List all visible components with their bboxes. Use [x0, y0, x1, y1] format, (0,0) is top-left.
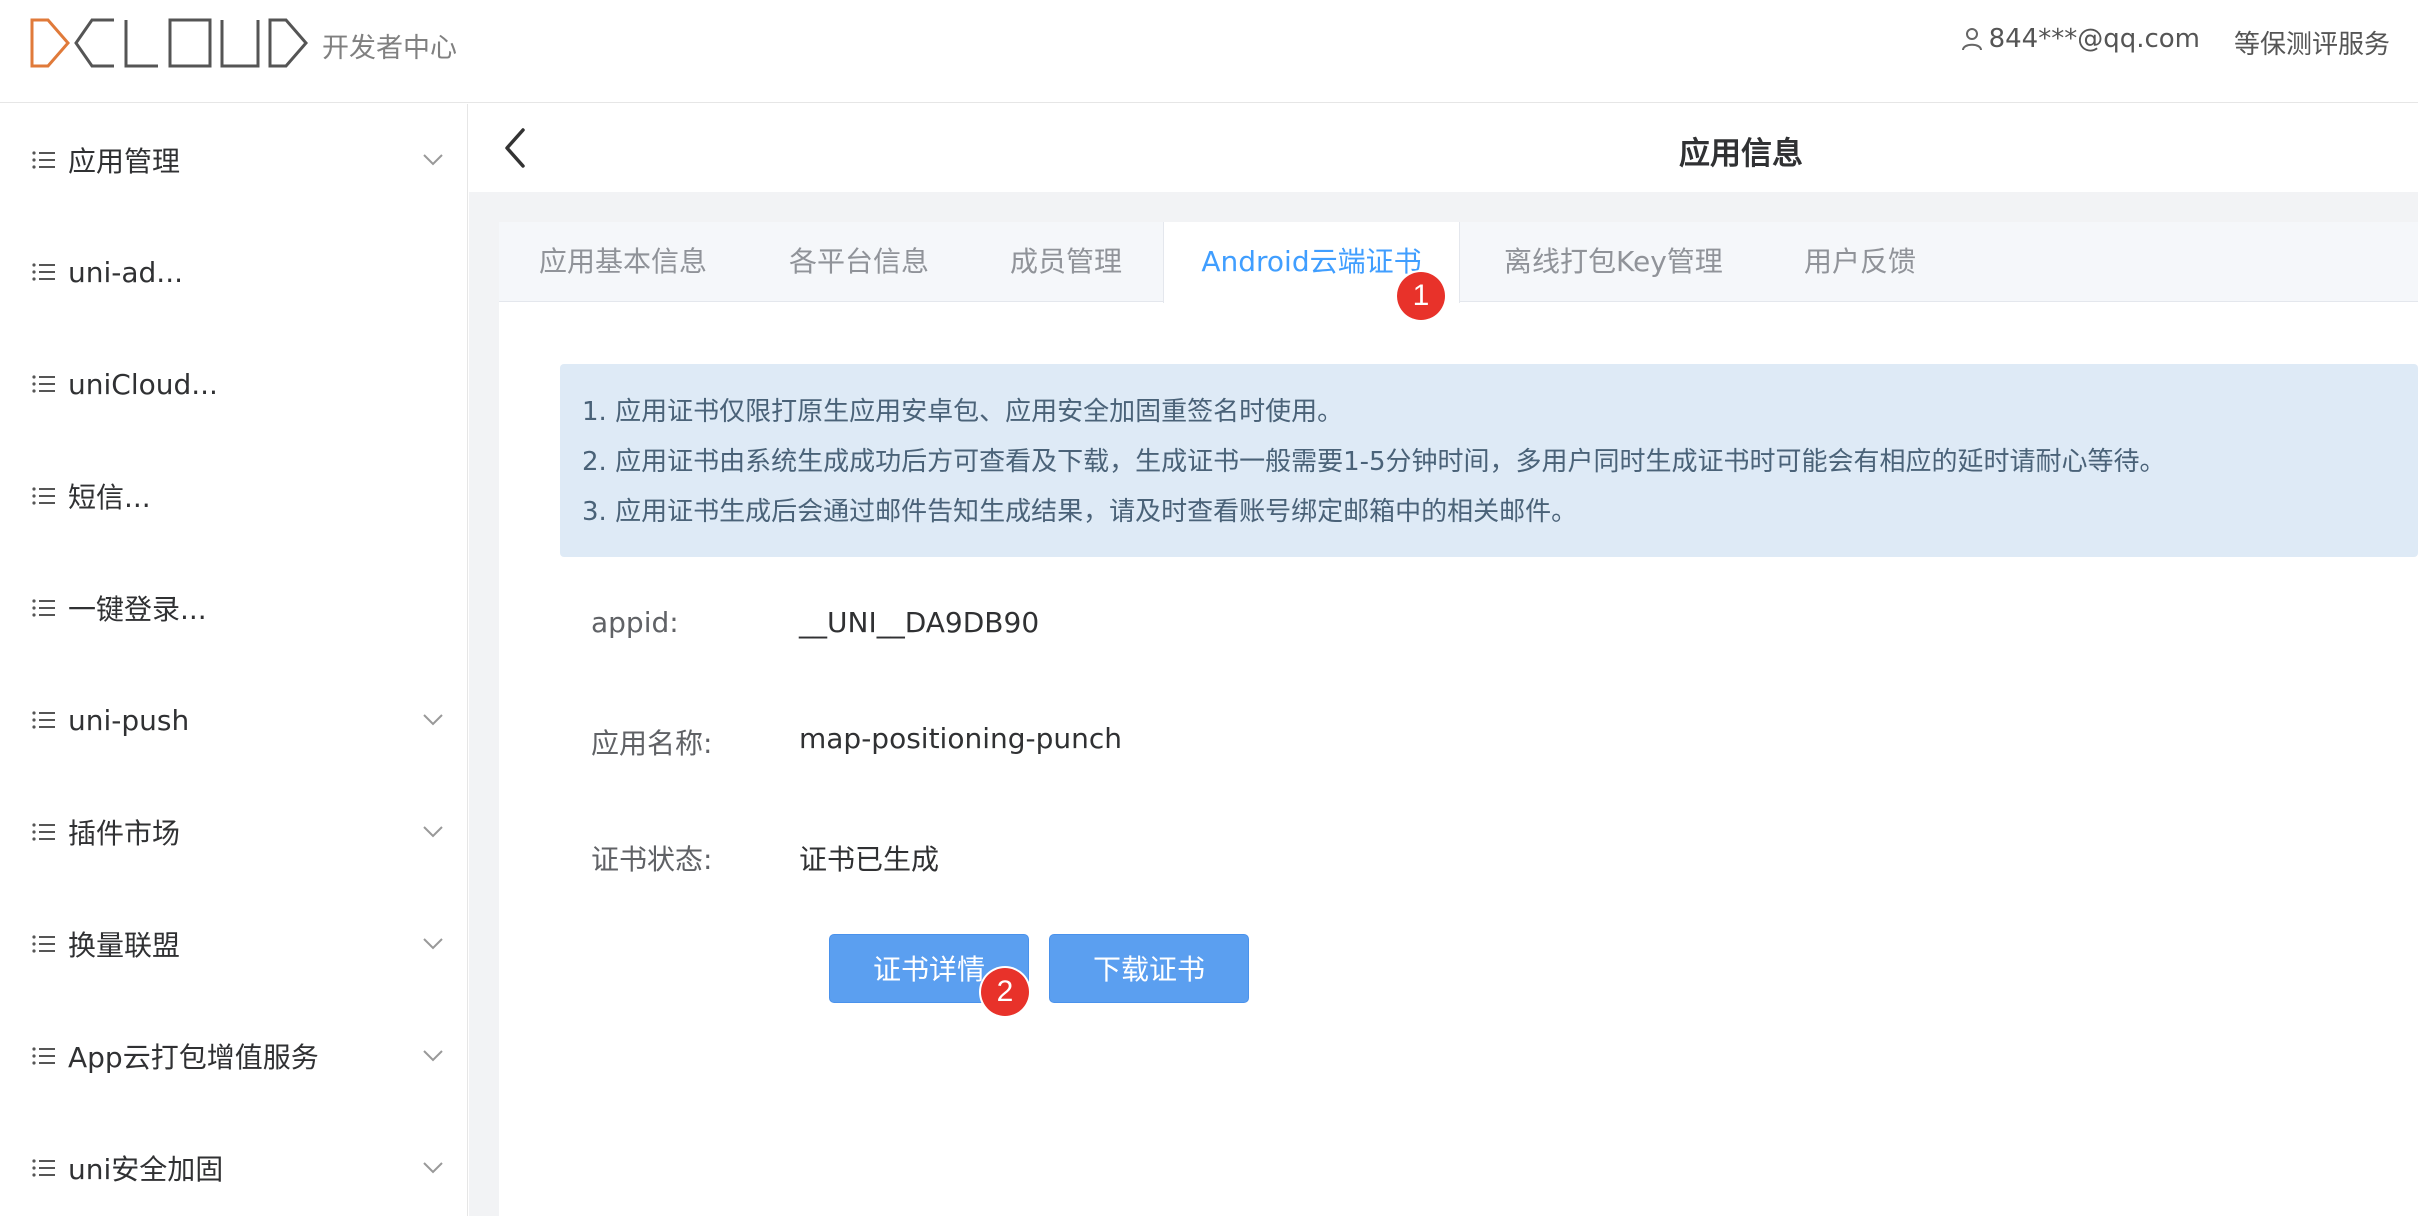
list-icon — [32, 263, 55, 281]
sidebar-item-sms[interactable]: 短信... — [0, 440, 468, 552]
chevron-down-icon — [423, 1050, 443, 1062]
user-email: 844***@qq.com — [1988, 24, 2200, 54]
list-icon — [32, 711, 55, 729]
top-header: 开发者中心 844***@qq.com 等保测评服务 — [0, 0, 2418, 103]
chevron-down-icon — [423, 714, 443, 726]
list-icon — [32, 375, 55, 393]
sidebar-item-unicloud[interactable]: uniCloud... — [0, 328, 468, 440]
sidebar-item-uni-ad[interactable]: uni-ad... — [0, 216, 468, 328]
content-card: 应用基本信息 各平台信息 成员管理 Android云端证书 离线打包Key管理 … — [499, 222, 2418, 1216]
dcloud-logo-icon — [30, 18, 308, 68]
tab-feedback[interactable]: 用户反馈 — [1804, 222, 1916, 302]
tab-bar: 应用基本信息 各平台信息 成员管理 Android云端证书 离线打包Key管理 … — [499, 222, 2418, 303]
list-icon — [32, 599, 55, 617]
page-header: 应用信息 — [469, 104, 2418, 192]
notice-line-1: 1. 应用证书仅限打原生应用安卓包、应用安全加固重签名时使用。 — [582, 397, 1344, 427]
sidebar-item-uni-push[interactable]: uni-push — [0, 664, 468, 776]
cert-status-label: 证书状态: — [591, 843, 713, 876]
appid-label: appid: — [591, 606, 679, 639]
sidebar-item-uni-security-hardening[interactable]: uni安全加固 — [0, 1112, 468, 1216]
sidebar-item-label: 换量联盟 — [68, 929, 181, 962]
main-content: 应用信息 应用基本信息 各平台信息 成员管理 Android云端证书 离线打包K… — [469, 104, 2418, 1216]
notice-line-3: 3. 应用证书生成后会通过邮件告知生成结果，请及时查看账号绑定邮箱中的相关邮件。 — [582, 497, 1578, 527]
sidebar-item-label: 短信... — [68, 481, 151, 514]
sidebar-item-label: uni安全加固 — [68, 1153, 224, 1186]
sidebar-item-app-management[interactable]: 应用管理 — [0, 104, 468, 216]
list-icon — [32, 1047, 55, 1065]
tab-offline-key[interactable]: 离线打包Key管理 — [1504, 222, 1723, 302]
chevron-down-icon — [423, 154, 443, 166]
tab-platform-info[interactable]: 各平台信息 — [789, 222, 929, 302]
sidebar-item-traffic-alliance[interactable]: 换量联盟 — [0, 888, 468, 1000]
sidebar-item-one-click-login[interactable]: 一键登录... — [0, 552, 468, 664]
list-icon — [32, 935, 55, 953]
step-badge-2: 2 — [981, 968, 1029, 1016]
sidebar-item-label: uniCloud... — [68, 367, 218, 401]
step-badge-1: 1 — [1397, 272, 1445, 320]
app-name-value: map-positioning-punch — [799, 722, 1123, 755]
sidebar-item-label: uni-ad... — [68, 255, 184, 289]
sidebar-item-label: uni-push — [68, 703, 190, 737]
list-icon — [32, 151, 55, 169]
sidebar: 应用管理 uni-ad... uniCloud... 短信... 一键登录... uni-… — [0, 104, 468, 1216]
list-icon — [32, 1159, 55, 1177]
chevron-down-icon — [423, 1162, 443, 1174]
user-account[interactable]: 844***@qq.com — [1961, 24, 2200, 54]
sidebar-item-label: App云打包增值服务 — [68, 1041, 319, 1074]
user-icon — [1961, 28, 1982, 51]
notice-box: 1. 应用证书仅限打原生应用安卓包、应用安全加固重签名时使用。 2. 应用证书由… — [560, 364, 2418, 557]
sidebar-item-label: 一键登录... — [68, 593, 207, 626]
cert-status-value: 证书已生成 — [799, 843, 940, 876]
page-title: 应用信息 — [1679, 136, 1803, 172]
sidebar-item-label: 插件市场 — [68, 817, 181, 850]
chevron-down-icon — [423, 938, 443, 950]
back-arrow-icon[interactable] — [497, 126, 533, 170]
download-certificate-button[interactable]: 下载证书 — [1049, 934, 1249, 1003]
list-icon — [32, 823, 55, 841]
page: 开发者中心 844***@qq.com 等保测评服务 应用管理 uni-ad...… — [0, 0, 2418, 1216]
service-link[interactable]: 等保测评服务 — [2234, 24, 2390, 61]
logo-subtitle: 开发者中心 — [322, 33, 457, 64]
list-icon — [32, 487, 55, 505]
appid-value: __UNI__DA9DB90 — [799, 606, 1040, 639]
tab-members[interactable]: 成员管理 — [1010, 222, 1122, 302]
sidebar-item-label: 应用管理 — [68, 145, 181, 178]
sidebar-item-plugin-market[interactable]: 插件市场 — [0, 776, 468, 888]
dcloud-logo[interactable] — [30, 18, 310, 68]
app-name-label: 应用名称: — [591, 727, 713, 760]
notice-line-2: 2. 应用证书由系统生成成功后方可查看及下载，生成证书一般需要1-5分钟时间，多… — [582, 447, 2166, 477]
chevron-down-icon — [423, 826, 443, 838]
sidebar-item-app-cloud-packaging[interactable]: App云打包增值服务 — [0, 1000, 468, 1112]
tab-basic-info[interactable]: 应用基本信息 — [539, 222, 707, 302]
